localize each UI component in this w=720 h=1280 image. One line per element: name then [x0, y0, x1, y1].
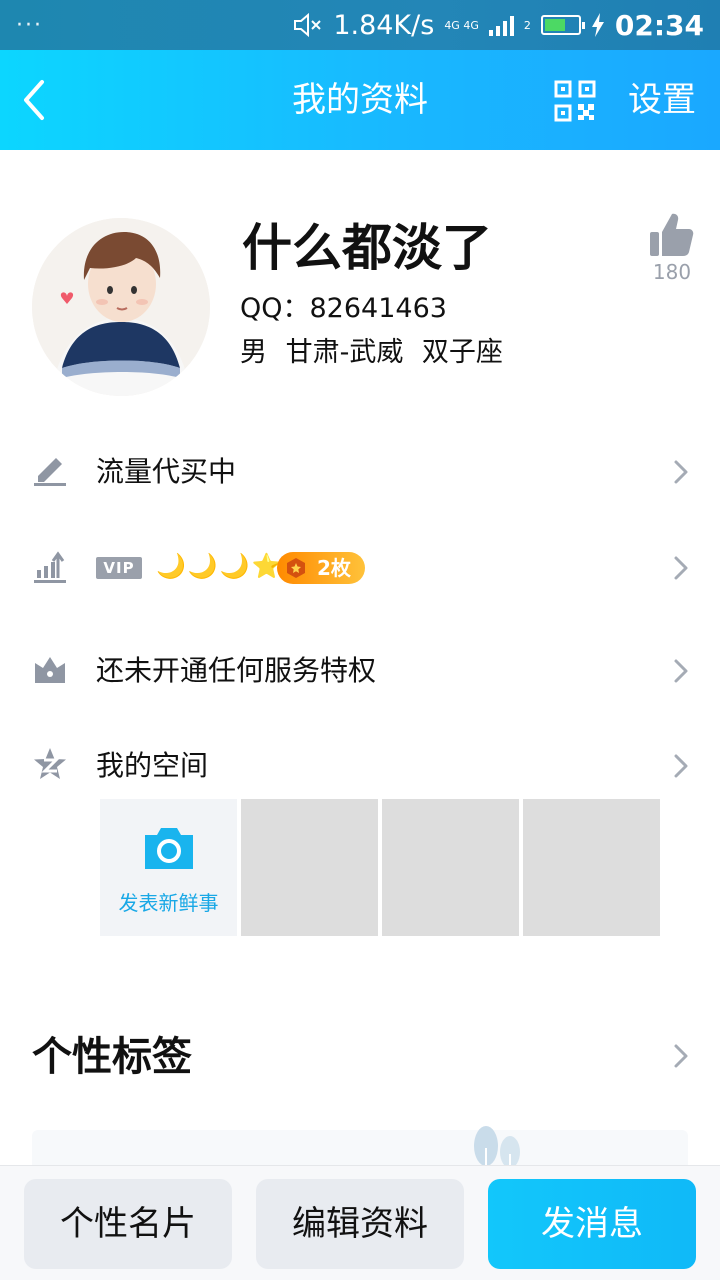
send-message-button[interactable]: 发消息 — [488, 1179, 696, 1269]
level-icons: 🌙 🌙 🌙 ⭐ — [156, 552, 282, 580]
chevron-right-icon — [674, 754, 688, 778]
profile-card-button[interactable]: 个性名片 — [24, 1179, 232, 1269]
network-type: 4G 4G — [444, 18, 479, 32]
qzone-label: 我的空间 — [96, 749, 209, 782]
signature-row[interactable]: 流量代买中 — [0, 432, 720, 512]
clock: 02:34 — [614, 8, 704, 42]
profile-meta: 男 甘肃-武威 双子座 — [240, 337, 503, 368]
photo-thumbnail[interactable] — [523, 799, 660, 936]
qq-number: QQ：82641463 — [240, 293, 447, 324]
tree-decoration-icon — [474, 1126, 520, 1166]
pencil-icon — [34, 458, 66, 486]
medal-badge[interactable]: 2枚 — [277, 552, 365, 584]
status-bar: ··· 1.84K/s 4G 4G 2 02:34 — [0, 0, 720, 50]
page-title: 我的资料 — [292, 80, 428, 120]
medal-count: 2枚 — [317, 556, 351, 580]
privilege-text: 还未开通任何服务特权 — [96, 654, 377, 687]
settings-button[interactable]: 设置 — [628, 50, 696, 150]
edit-profile-button[interactable]: 编辑资料 — [256, 1179, 464, 1269]
chevron-right-icon — [674, 556, 688, 580]
vip-level-row[interactable]: VIP 🌙 🌙 🌙 ⭐ 2枚 — [0, 528, 720, 608]
network-speed: 1.84K/s — [333, 9, 435, 41]
photo-thumbnail[interactable] — [241, 799, 378, 936]
chevron-right-icon — [674, 659, 688, 683]
avatar[interactable] — [32, 218, 210, 396]
title-bar: 我的资料 设置 — [0, 50, 720, 150]
thumbs-up-icon[interactable] — [646, 210, 696, 260]
tags-preview[interactable] — [32, 1130, 688, 1166]
like-count: 180 — [652, 260, 692, 284]
photo-thumbnail[interactable] — [382, 799, 519, 936]
tags-title[interactable]: 个性标签 — [32, 1024, 192, 1082]
qzone-row[interactable]: 我的空间 — [0, 726, 720, 806]
signature-text: 流量代买中 — [96, 455, 237, 488]
notification-dots: ··· — [16, 12, 43, 38]
post-new-label: 发表新鲜事 — [118, 891, 219, 915]
medal-icon — [287, 558, 305, 578]
bottom-action-bar: 个性名片 编辑资料 发消息 — [0, 1165, 720, 1280]
moon-icon: 🌙 — [219, 552, 250, 580]
privilege-row[interactable]: 还未开通任何服务特权 — [0, 631, 720, 711]
chevron-right-icon — [674, 460, 688, 484]
chevron-right-icon[interactable] — [672, 1042, 690, 1070]
mute-icon — [294, 12, 322, 38]
avatar-illustration — [32, 218, 210, 396]
post-new-button[interactable]: 发表新鲜事 — [100, 799, 237, 936]
vip-badge: VIP — [96, 557, 142, 579]
crown-icon — [35, 657, 65, 683]
moon-icon: 🌙 — [156, 552, 186, 580]
sim-slot: 2 — [523, 18, 531, 32]
level-chart-icon — [34, 551, 66, 583]
qr-code-icon[interactable] — [554, 80, 596, 122]
camera-icon — [145, 828, 193, 869]
charging-icon — [591, 13, 604, 37]
nickname: 什么都淡了 — [242, 219, 492, 277]
qzone-star-icon — [34, 748, 66, 779]
moon-icon: 🌙 — [187, 552, 218, 580]
battery-icon — [540, 15, 585, 35]
signal-icon — [488, 14, 514, 36]
